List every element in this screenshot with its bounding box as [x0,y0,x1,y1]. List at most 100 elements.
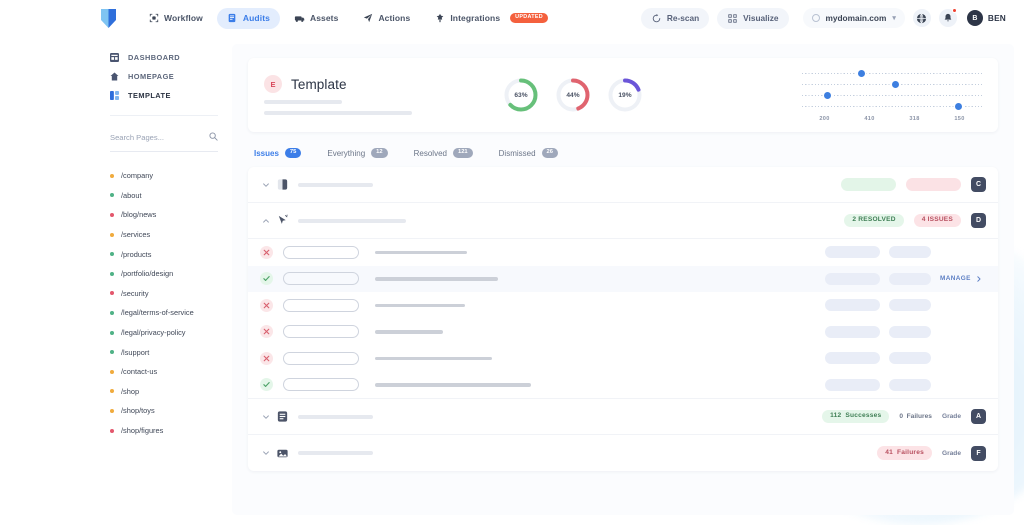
page-list-item[interactable]: /portfolio/design [110,264,218,284]
tab-count-badge: 26 [541,148,558,159]
page-list-item[interactable]: /lsupport [110,342,218,362]
nav-item-actions[interactable]: Actions [352,8,420,29]
nav-item-audits[interactable]: Audits [216,7,280,29]
issue-row[interactable] [248,319,998,346]
issue-meta-placeholder-2 [889,378,931,391]
summary-placeholder-fail [906,178,961,192]
page-list-item-label: /about [121,190,142,200]
page-list-item[interactable]: /about [110,186,218,206]
audit-group-header[interactable]: 41 Failures Grade F [248,435,998,471]
page-list-item[interactable]: /services [110,225,218,245]
issue-row[interactable] [248,239,998,266]
page-list-item-label: /lsupport [121,347,150,357]
tab-resolved[interactable]: Resolved 121 [414,148,473,159]
template-icon [110,91,119,100]
issue-row[interactable] [248,292,998,319]
audit-group-header[interactable]: 2 RESOLVED 4 ISSUES D [248,203,998,240]
page-list-item[interactable]: /shop/toys [110,401,218,421]
nav-item-assets[interactable]: Assets [284,8,348,29]
manage-link[interactable]: MANAGE [940,275,986,282]
title-row: E Template [264,75,474,93]
close-icon [260,325,273,339]
search-icon[interactable] [209,128,218,146]
search-input[interactable] [110,132,209,142]
nav-item-integrations[interactable]: Integrations UPDATED [424,8,558,29]
sidebar-item-template[interactable]: TEMPLATE [110,86,218,105]
notification-indicator [951,8,957,13]
page-list-item[interactable]: /legal/privacy-policy [110,323,218,343]
issue-meta-placeholder-2 [889,299,931,312]
issue-meta-placeholder [825,325,880,338]
nav-label: Integrations [450,13,501,23]
sidebar-item-dashboard[interactable]: DASHBOARD [110,48,218,67]
page-list-item[interactable]: /legal/terms-of-service [110,303,218,323]
audit-group-summary: 112 Successes 0 Failures Grade A [822,409,986,425]
app-shell: DASHBOARD HOMEPAGE TEMPLATE /com [0,36,1024,525]
slider-knob[interactable] [823,92,831,99]
slider-knob[interactable] [955,103,963,110]
chevron-down-icon[interactable] [260,413,272,421]
nav-label: Workflow [164,13,203,23]
brand-logo[interactable] [100,8,138,29]
tab-dismissed[interactable]: Dismissed 26 [499,148,558,159]
globe-button[interactable] [912,9,931,27]
page-list-item-label: /security [121,288,149,298]
user-menu[interactable]: B BEN [966,10,1006,26]
issue-meta-placeholder [825,272,880,285]
issue-name-placeholder [283,272,359,286]
successes-pill: 112 Successes [822,409,890,424]
visualize-label: Visualize [743,13,779,23]
slider-knob[interactable] [892,81,900,88]
chevron-down-icon[interactable] [260,181,272,189]
status-dot-icon [110,232,114,237]
chevron-up-icon[interactable] [260,217,272,225]
score-ring-value: 19% [618,91,632,99]
issue-row[interactable] [248,345,998,372]
sidebar-item-homepage[interactable]: HOMEPAGE [110,67,218,86]
page-list-item[interactable]: /products [110,244,218,264]
visualize-icon [727,13,738,24]
search-pages[interactable] [110,128,218,152]
tab-everything[interactable]: Everything 12 [327,148,388,159]
issue-detail-placeholder [375,277,498,281]
issue-meta-placeholder [825,246,880,259]
notifications-button[interactable] [938,8,957,27]
slider-knob[interactable] [857,70,865,77]
slider-track-3[interactable] [802,90,982,101]
page-list-item[interactable]: /contact-us [110,362,218,382]
sidebar: DASHBOARD HOMEPAGE TEMPLATE /com [96,36,232,525]
tab-issues[interactable]: Issues 75 [254,148,302,159]
slider-track-4[interactable] [802,101,982,112]
primary-nav: Workflow Audits Assets Actions Integrati [138,7,558,29]
chevron-down-icon[interactable] [260,449,272,457]
status-dot-icon [110,271,114,276]
nav-item-workflow[interactable]: Workflow [138,8,213,29]
metric-sliders: 200 410 318 150 [802,68,982,122]
dashboard-icon [110,53,119,62]
issue-row[interactable]: MANAGE [248,265,998,293]
slider-track-1[interactable] [802,68,982,79]
page-list-item[interactable]: /shop/figures [110,421,218,441]
grade-badge: F [971,445,986,461]
audit-group-header[interactable]: 112 Successes 0 Failures Grade A [248,399,998,436]
page-list-item[interactable]: /blog/news [110,205,218,225]
page-list-item[interactable]: /shop [110,382,218,402]
sidebar-item-label: HOMEPAGE [128,72,175,81]
page-list: /company/about/blog/news/services/produc… [96,166,232,440]
page-list-item[interactable]: /security [110,284,218,304]
globe-icon [917,13,927,23]
contrast-icon [276,178,289,191]
page-list-item-label: /company [121,171,154,181]
visualize-button[interactable]: Visualize [717,7,789,29]
close-icon [260,351,273,365]
slider-track-2[interactable] [802,79,982,90]
bell-icon [944,13,952,22]
rescan-button[interactable]: Re-scan [640,7,710,29]
page-list-item[interactable]: /company [110,166,218,186]
domain-selector[interactable]: mydomain.com ▾ [802,8,905,28]
audit-group-header[interactable]: C [248,167,998,204]
issue-row[interactable] [248,372,998,399]
page-list-item-label: /legal/terms-of-service [121,308,194,318]
domain-label: mydomain.com [825,13,887,23]
rescan-label: Re-scan [666,13,700,23]
